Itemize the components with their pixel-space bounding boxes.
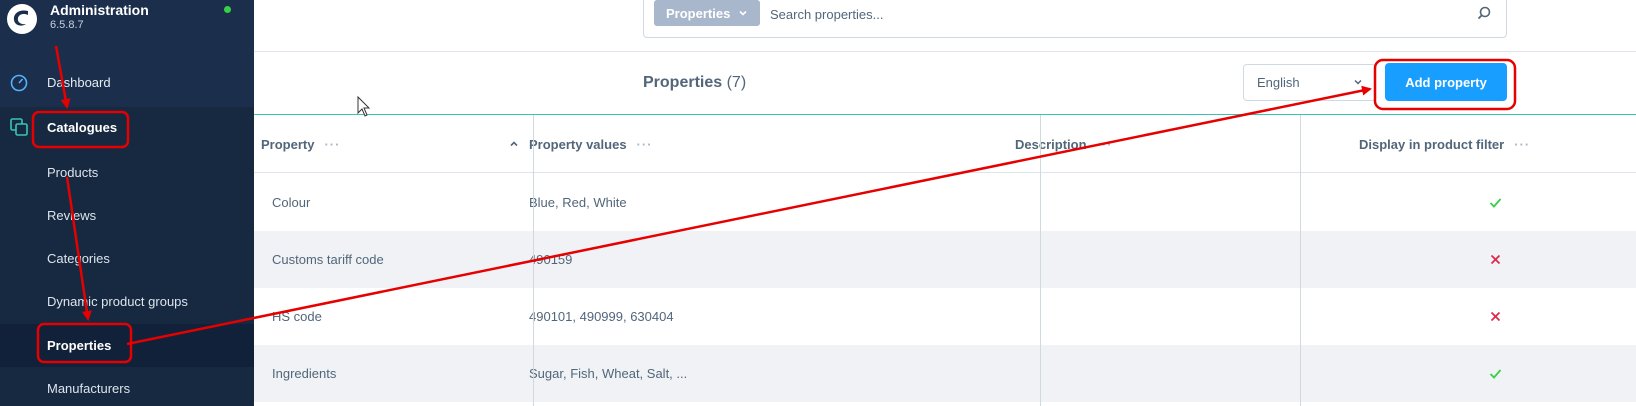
sidebar-item-label: Reviews (47, 207, 97, 223)
cell-property-values: Blue, Red, White (529, 195, 627, 210)
column-header-label: Property (261, 136, 315, 152)
chevron-down-icon (739, 10, 747, 16)
column-divider (1300, 115, 1301, 406)
search-box: Properties (643, 0, 1507, 38)
language-selected: English (1257, 75, 1300, 90)
shopware-logo-icon (7, 4, 37, 34)
sidebar-item-reviews[interactable]: Reviews (0, 195, 254, 235)
sidebar-item-label: Products (47, 164, 99, 180)
cell-property-values: 490101, 490999, 630404 (529, 309, 674, 324)
cell-property-values: Sugar, Fish, Wheat, Salt, ... (529, 366, 688, 381)
add-property-button[interactable]: Add property (1385, 63, 1507, 101)
sidebar-item-properties[interactable]: Properties (0, 324, 254, 367)
sidebar-item-label: Categories (47, 250, 110, 266)
sidebar-item-manufacturers[interactable]: Manufacturers (0, 368, 254, 406)
column-options-icon[interactable]: ··· (1514, 137, 1530, 152)
cell-property[interactable]: Ingredients (272, 345, 336, 402)
cell-property[interactable]: Customs tariff code (272, 231, 384, 288)
column-header-label: Description (1015, 136, 1087, 152)
app-title: Administration (50, 2, 149, 18)
sidebar-item-catalogues[interactable]: Catalogues (0, 107, 254, 147)
table-row[interactable]: Ingredients Sugar, Fish, Wheat, Salt, ..… (254, 345, 1636, 402)
cross-icon (1490, 311, 1501, 322)
table-row[interactable]: Colour Blue, Red, White (254, 174, 1636, 231)
page-title: Properties (7) (643, 74, 746, 92)
search-type-label: Properties (666, 5, 731, 21)
checkmark-icon (1489, 198, 1502, 208)
column-header-property[interactable]: Property ··· (261, 115, 519, 173)
cell-property[interactable]: HS code (272, 288, 322, 345)
brand-header[interactable]: Administration 6.5.8.7 (0, 0, 254, 50)
search-icon[interactable] (1476, 5, 1492, 21)
cell-property-values: 490159 (529, 252, 573, 267)
catalogue-stack-icon (10, 118, 28, 136)
sidebar: Administration 6.5.8.7 Dashboard Catalog… (0, 0, 254, 406)
column-header-property-values[interactable]: Property values ··· (529, 115, 653, 173)
sidebar-item-label: Catalogues (47, 119, 118, 135)
main-content: Properties Properties (7) English (254, 0, 1636, 406)
sidebar-item-label: Manufacturers (47, 380, 131, 396)
column-options-icon[interactable]: ··· (1097, 137, 1113, 152)
column-divider (1040, 115, 1041, 406)
column-options-icon[interactable]: ··· (324, 137, 340, 152)
column-header-label: Display in product filter (1359, 136, 1505, 152)
sidebar-item-label: Dashboard (47, 74, 111, 90)
app-version: 6.5.8.7 (50, 19, 84, 31)
checkmark-icon (1489, 369, 1502, 379)
column-divider (533, 115, 534, 406)
table-row[interactable]: Customs tariff code 490159 (254, 231, 1636, 288)
dashboard-gauge-icon (10, 74, 28, 92)
sidebar-item-label: Dynamic product groups (47, 293, 188, 309)
table-header: Property ··· Property values ··· Descrip… (254, 115, 1636, 173)
sidebar-item-dynamic-product-groups[interactable]: Dynamic product groups (0, 281, 254, 321)
sidebar-item-products[interactable]: Products (0, 152, 254, 192)
online-status-dot (224, 6, 231, 13)
sidebar-item-dashboard[interactable]: Dashboard (0, 62, 254, 102)
sidebar-item-categories[interactable]: Categories (0, 238, 254, 278)
sort-ascending-icon[interactable] (509, 139, 519, 149)
sidebar-item-label: Properties (47, 338, 112, 353)
column-header-description[interactable]: Description ··· (1015, 115, 1113, 173)
cell-property[interactable]: Colour (272, 174, 310, 231)
language-select[interactable]: English (1243, 64, 1376, 101)
column-options-icon[interactable]: ··· (637, 137, 653, 152)
search-type-dropdown[interactable]: Properties (654, 0, 761, 26)
search-input[interactable] (770, 4, 1450, 24)
page-title-text: Properties (643, 74, 723, 91)
cross-icon (1490, 254, 1501, 265)
column-header-label: Property values (529, 136, 627, 152)
app-root: Administration 6.5.8.7 Dashboard Catalog… (0, 0, 1636, 406)
column-header-display-in-filter[interactable]: Display in product filter ··· (1359, 115, 1530, 173)
table-row[interactable]: HS code 490101, 490999, 630404 (254, 288, 1636, 345)
page-title-count: (7) (726, 74, 747, 91)
search-bar: Properties (254, 0, 1636, 52)
chevron-down-icon (1354, 79, 1362, 85)
